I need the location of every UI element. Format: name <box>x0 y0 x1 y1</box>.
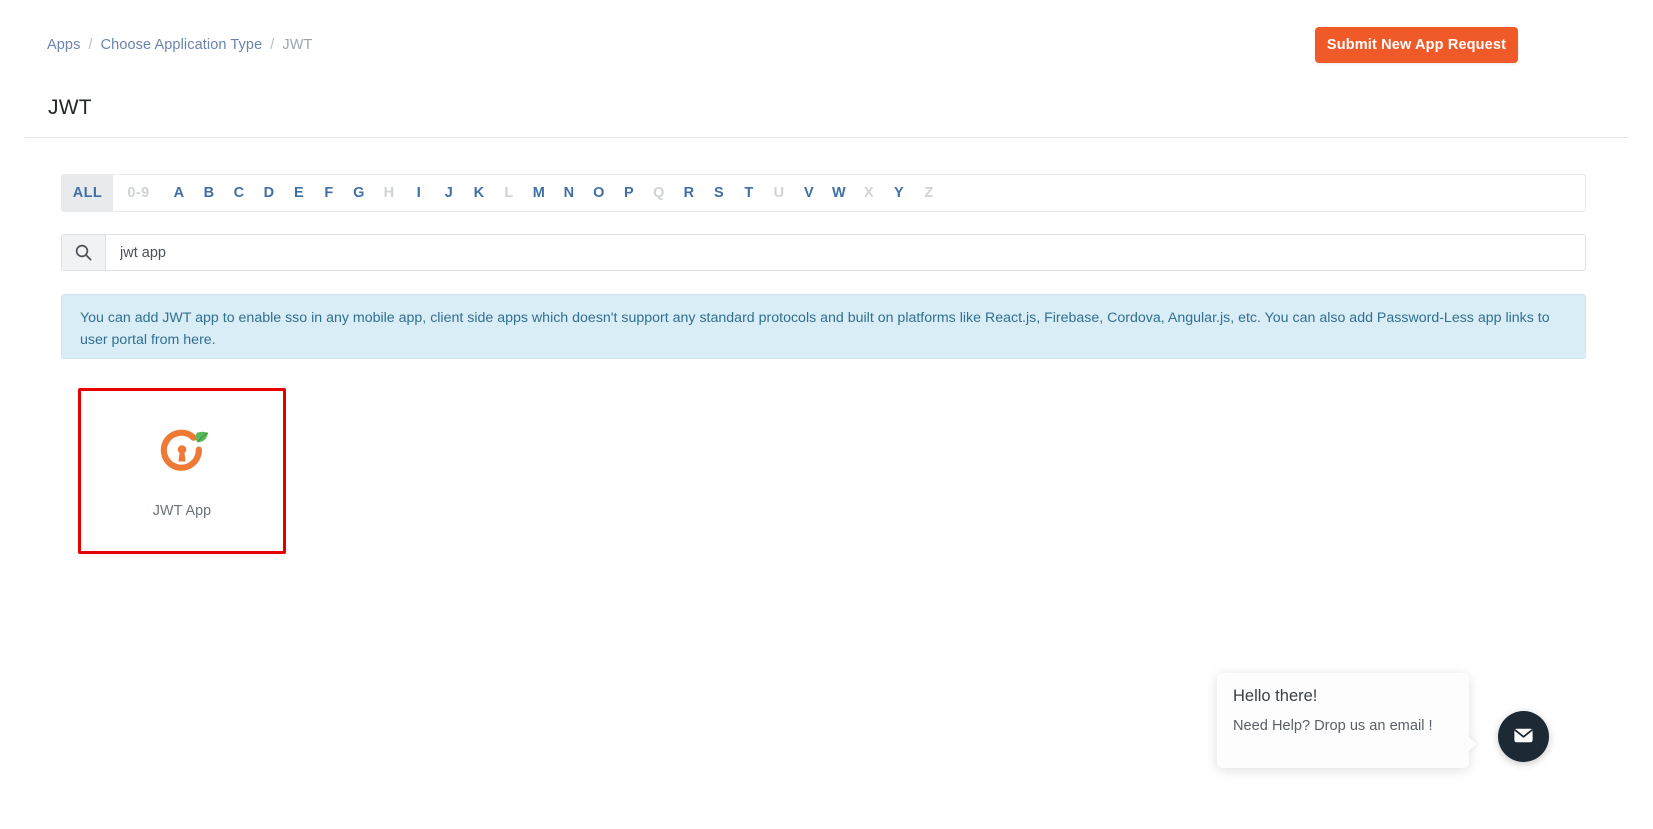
alpha-filter-l: L <box>504 185 514 201</box>
alpha-filter-d[interactable]: D <box>254 175 284 211</box>
app-card-grid: JWT App <box>78 388 286 554</box>
breadcrumb: Apps / Choose Application Type / JWT <box>47 37 312 53</box>
alpha-filter-v[interactable]: V <box>794 175 824 211</box>
alpha-filter-n[interactable]: N <box>554 175 584 211</box>
alpha-filter-x: X <box>863 185 875 201</box>
alpha-filter-u: U <box>773 185 785 201</box>
alpha-filter-z: Z <box>924 185 934 201</box>
chat-launcher-button[interactable] <box>1498 711 1549 762</box>
alpha-filter-r[interactable]: R <box>674 175 704 211</box>
page-title: JWT <box>48 96 92 120</box>
search-bar <box>61 234 1586 271</box>
breadcrumb-separator: / <box>270 37 275 53</box>
alpha-filter-b[interactable]: B <box>194 175 224 211</box>
alpha-filter-a[interactable]: A <box>164 175 194 211</box>
header-divider <box>25 137 1628 138</box>
chat-popup-title: Hello there! <box>1233 687 1318 705</box>
alphabet-filter-bar: ALL 0-9 A B C D E F G H I J K L M N O P … <box>61 174 1586 212</box>
info-banner: You can add JWT app to enable sso in any… <box>61 294 1586 359</box>
alphabet-filter-spacer <box>944 175 1585 211</box>
alpha-filter-k[interactable]: K <box>464 175 494 211</box>
jwt-app-logo-icon <box>151 423 213 481</box>
search-icon[interactable] <box>62 235 106 270</box>
alpha-filter-f[interactable]: F <box>314 175 344 211</box>
app-card-label: JWT App <box>152 503 212 519</box>
breadcrumb-item-jwt: JWT <box>282 37 313 53</box>
breadcrumb-item-choose-application-type[interactable]: Choose Application Type <box>101 37 263 53</box>
alpha-filter-g[interactable]: G <box>344 175 374 211</box>
alpha-filter-y[interactable]: Y <box>884 175 914 211</box>
alpha-filter-w[interactable]: W <box>824 175 854 211</box>
alpha-filter-i[interactable]: I <box>404 175 434 211</box>
app-card-jwt-app[interactable]: JWT App <box>78 388 286 554</box>
page-root: Apps / Choose Application Type / JWT JWT… <box>0 0 1653 829</box>
alpha-filter-s[interactable]: S <box>704 175 734 211</box>
chat-popup[interactable]: Hello there! Need Help? Drop us an email… <box>1217 673 1469 768</box>
alpha-filter-m[interactable]: M <box>524 175 554 211</box>
breadcrumb-item-apps[interactable]: Apps <box>47 37 80 53</box>
envelope-icon <box>1512 724 1535 750</box>
chat-popup-subtitle: Need Help? Drop us an email ! <box>1233 718 1433 734</box>
chat-popup-tail <box>1466 735 1477 753</box>
alpha-filter-c[interactable]: C <box>224 175 254 211</box>
alpha-filter-p[interactable]: P <box>614 175 644 211</box>
page-header: Apps / Choose Application Type / JWT JWT… <box>0 0 1653 137</box>
alpha-filter-q: Q <box>653 185 665 201</box>
breadcrumb-separator: / <box>88 37 93 53</box>
alpha-filter-o[interactable]: O <box>584 175 614 211</box>
search-input[interactable] <box>106 235 1585 270</box>
alpha-filter-j[interactable]: J <box>434 175 464 211</box>
submit-new-app-request-button[interactable]: Submit New App Request <box>1315 27 1518 63</box>
alpha-filter-0-9: 0-9 <box>127 185 150 201</box>
alpha-filter-e[interactable]: E <box>284 175 314 211</box>
alpha-filter-t[interactable]: T <box>734 175 764 211</box>
alpha-filter-all[interactable]: ALL <box>62 175 113 211</box>
alpha-filter-h: H <box>383 185 395 201</box>
